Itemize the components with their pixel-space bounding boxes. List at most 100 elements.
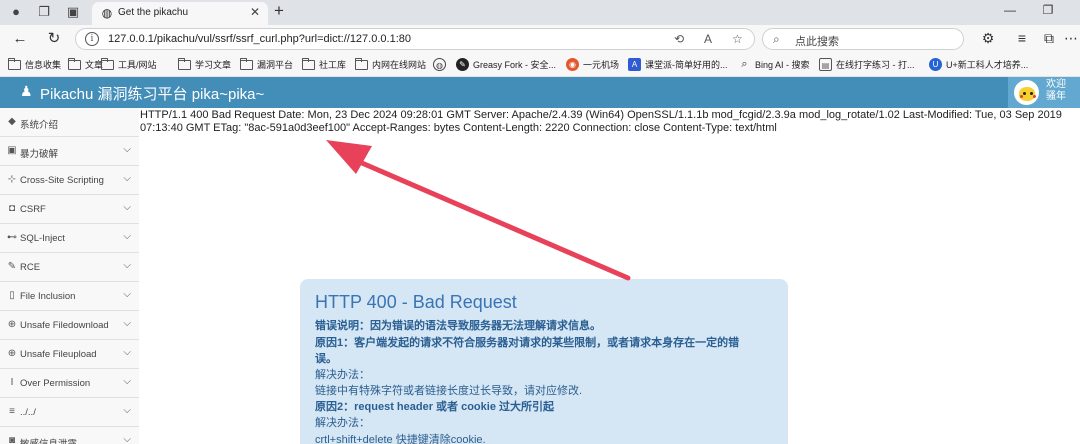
bookmark-u-plus[interactable]: U U+新工科人才培养... bbox=[929, 58, 1028, 71]
chevron-down-icon: ⌵ bbox=[123, 376, 131, 387]
sidebar-item-label: Over Permission bbox=[20, 378, 91, 389]
favorite-star-icon[interactable]: ☆ bbox=[732, 32, 743, 46]
bookmark-yiyuan[interactable]: ◉ 一元机场 bbox=[566, 58, 619, 71]
chevron-down-icon: ⌵ bbox=[123, 144, 131, 155]
annotation-arrow bbox=[326, 140, 631, 281]
bookmark-globe[interactable]: ◍ bbox=[433, 58, 450, 71]
file-icon: ▯ bbox=[9, 290, 15, 301]
sidebar-item-label: Unsafe Filedownload bbox=[20, 320, 109, 331]
bookmark-folder[interactable]: 工具/网站 bbox=[101, 57, 157, 71]
chevron-down-icon: ⌵ bbox=[123, 202, 131, 213]
bookmark-folder[interactable]: 文章 bbox=[68, 57, 103, 71]
sidebar-item-unsafe-fileupload[interactable]: ⊕ Unsafe Fileupload ⌵ bbox=[0, 340, 139, 369]
sidebar-item-unsafe-filedownload[interactable]: ⊕ Unsafe Filedownload ⌵ bbox=[0, 311, 139, 340]
chevron-down-icon: ⌵ bbox=[123, 173, 131, 184]
chevron-down-icon: ⌵ bbox=[123, 405, 131, 416]
greasyfork-icon: ✎ bbox=[456, 58, 469, 71]
sidebar-item-file-inclusion[interactable]: ▯ File Inclusion ⌵ bbox=[0, 282, 139, 311]
sql-icon: ⊷ bbox=[7, 232, 17, 243]
sidebar-item-intro[interactable]: ◆ 系统介绍 bbox=[0, 108, 139, 137]
translate-icon[interactable]: ⟲ bbox=[674, 32, 684, 46]
folder-icon bbox=[240, 57, 253, 70]
new-tab-icon[interactable]: + bbox=[274, 1, 284, 21]
airport-icon: ◉ bbox=[566, 58, 579, 71]
sidebar-item-label: Cross-Site Scripting bbox=[20, 175, 104, 186]
sidebar-item-csrf[interactable]: ◘ CSRF ⌵ bbox=[0, 195, 139, 224]
user-menu[interactable]: 欢迎 骚年 bbox=[1008, 77, 1080, 108]
sidebar-item-sql-inject[interactable]: ⊷ SQL-Inject ⌵ bbox=[0, 224, 139, 253]
favorites-icon[interactable]: ≡ bbox=[1013, 30, 1031, 46]
camera-icon: ◙ bbox=[8, 435, 16, 444]
globe-icon: ◍ bbox=[101, 6, 113, 20]
ketangpai-icon: A bbox=[628, 58, 641, 71]
bookmark-folder[interactable]: 信息收集 bbox=[8, 57, 61, 71]
tab-active[interactable]: ◍ Get the pikachu ✕ bbox=[92, 2, 268, 25]
folder-icon bbox=[101, 57, 114, 70]
sidebar-item-dir-traversal[interactable]: ≡ ../../ ⌵ bbox=[0, 398, 139, 427]
pikachu-logo-icon: ♟ bbox=[20, 83, 33, 99]
search-icon: ⌕ bbox=[741, 58, 748, 70]
address-bar[interactable]: i 127.0.0.1/pikachu/vul/ssrf/ssrf_curl.p… bbox=[75, 28, 755, 50]
folder-icon bbox=[178, 57, 191, 70]
sidebar: ◆ 系统介绍 ▣ 暴力破解 ⌵ ⊹ Cross-Site Scripting ⌵… bbox=[0, 108, 139, 444]
restore-icon[interactable]: ❐ bbox=[1038, 3, 1058, 17]
sidebar-item-label: RCE bbox=[20, 262, 41, 273]
bookmark-bing-ai[interactable]: ⌕ Bing AI - 搜索 bbox=[738, 58, 809, 71]
bookmark-folder[interactable]: 学习文章 bbox=[178, 57, 231, 71]
profile-icon[interactable]: ● bbox=[6, 3, 26, 21]
download-icon: ⊕ bbox=[7, 319, 17, 330]
chevron-down-icon: ⌵ bbox=[123, 289, 131, 300]
lock-icon: ▣ bbox=[7, 145, 17, 156]
bookmark-greasyfork[interactable]: ✎ Greasy Fork - 安全... bbox=[456, 58, 556, 71]
tag-icon: ◆ bbox=[8, 116, 16, 127]
sidebar-item-label: CSRF bbox=[20, 204, 46, 215]
bookmark-typing[interactable]: ▤ 在线打字练习 - 打... bbox=[819, 58, 915, 71]
folder-icon bbox=[8, 57, 21, 70]
sidebar-item-xss[interactable]: ⊹ Cross-Site Scripting ⌵ bbox=[0, 166, 139, 195]
minimize-icon[interactable]: — bbox=[1000, 3, 1020, 17]
sidebar-item-rce[interactable]: ✎ RCE ⌵ bbox=[0, 253, 139, 282]
back-icon[interactable]: ← bbox=[10, 30, 30, 48]
u-plus-icon: U bbox=[929, 58, 942, 71]
bookmark-ketangpai[interactable]: A 课堂派-简单好用的... bbox=[628, 58, 728, 71]
workspaces-icon[interactable]: ❐ bbox=[34, 3, 54, 21]
sidebar-item-label: Unsafe Fileupload bbox=[20, 349, 97, 360]
bookmark-folder[interactable]: 社工库 bbox=[302, 57, 346, 71]
read-aloud-icon[interactable]: A bbox=[704, 32, 712, 46]
sidebar-item-label: ../../ bbox=[20, 407, 36, 418]
main-content: HTTP/1.1 400 Bad Request Date: Mon, 23 D… bbox=[140, 108, 1080, 444]
folder-icon bbox=[302, 57, 315, 70]
more-icon[interactable]: ⋯ bbox=[1062, 30, 1080, 47]
chevron-down-icon: ⌵ bbox=[123, 434, 131, 444]
welcome-text: 欢迎 骚年 bbox=[1046, 79, 1066, 102]
bookmark-folder[interactable]: 漏洞平台 bbox=[240, 57, 293, 71]
close-tab-icon[interactable]: ✕ bbox=[250, 5, 260, 19]
text-cursor-icon: I bbox=[10, 377, 14, 388]
sidebar-item-bruteforce[interactable]: ▣ 暴力破解 ⌵ bbox=[0, 137, 139, 166]
site-info-icon[interactable]: i bbox=[85, 32, 99, 46]
refresh-icon[interactable]: ↻ bbox=[44, 30, 64, 48]
app-brand[interactable]: Pikachu 漏洞练习平台 pika~pika~ bbox=[40, 83, 264, 104]
avatar bbox=[1014, 80, 1039, 105]
xss-icon: ⊹ bbox=[7, 174, 17, 185]
extensions-icon[interactable]: ⚙ bbox=[979, 30, 997, 47]
search-box[interactable]: ⌕ 点此搜索 bbox=[762, 28, 964, 50]
upload-icon: ⊕ bbox=[7, 348, 17, 359]
sidebar-item-info-leak[interactable]: ◙ 敏感信息泄露 ⌵ bbox=[0, 427, 139, 444]
sidebar-item-label: SQL-Inject bbox=[20, 233, 65, 244]
folder-icon bbox=[355, 57, 368, 70]
chevron-down-icon: ⌵ bbox=[123, 260, 131, 271]
tab-actions-icon[interactable]: ▣ bbox=[63, 3, 83, 21]
chevron-down-icon: ⌵ bbox=[123, 347, 131, 358]
globe-icon: ◍ bbox=[433, 58, 446, 71]
chevron-down-icon: ⌵ bbox=[123, 318, 131, 329]
bookmarks-bar: 信息收集 文章 工具/网站 学习文章 漏洞平台 社工库 内网在线网站 ◍ ✎ Gr… bbox=[0, 53, 1080, 77]
bookmark-folder[interactable]: 内网在线网站 bbox=[355, 57, 426, 71]
collections-icon[interactable]: ⧉ bbox=[1040, 30, 1058, 47]
csrf-icon: ◘ bbox=[8, 203, 16, 214]
search-icon: ⌕ bbox=[773, 32, 780, 46]
sidebar-item-label: 系统介绍 bbox=[20, 120, 59, 131]
sidebar-item-over-permission[interactable]: I Over Permission ⌵ bbox=[0, 369, 139, 398]
sidebar-item-label: 暴力破解 bbox=[20, 149, 59, 160]
sidebar-item-label: File Inclusion bbox=[20, 291, 76, 302]
